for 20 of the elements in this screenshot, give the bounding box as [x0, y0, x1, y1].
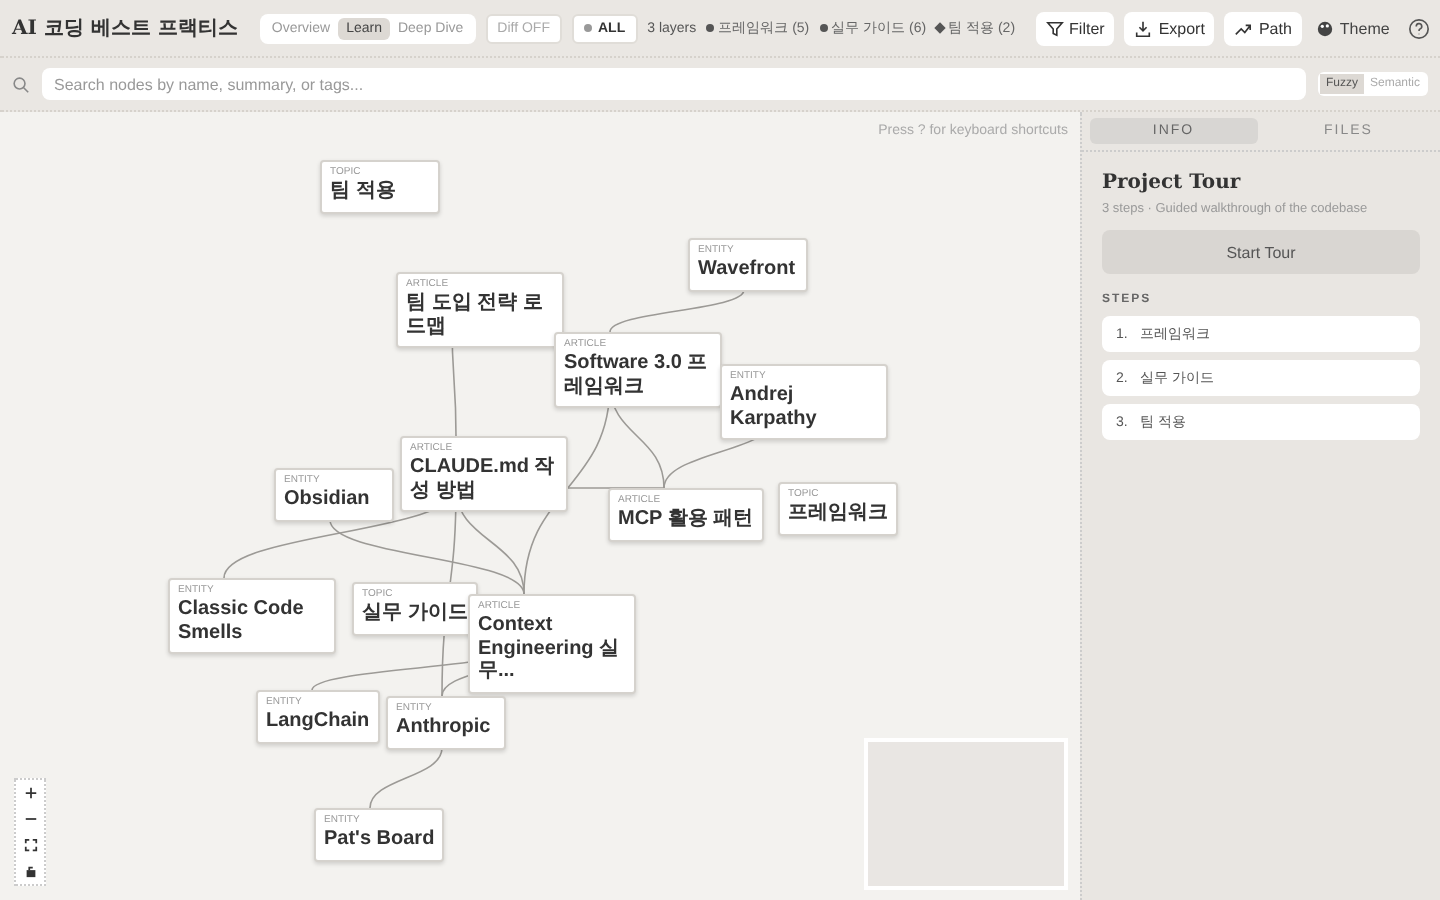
palette-icon	[1315, 19, 1334, 37]
toolbar-button[interactable]: Export	[1124, 11, 1215, 45]
minus-icon	[23, 812, 37, 826]
help-icon[interactable]	[1407, 17, 1430, 39]
filter-icon	[1045, 19, 1064, 37]
toolbar-button[interactable]: Filter	[1035, 11, 1115, 45]
search-icon	[12, 75, 30, 93]
plus-icon	[23, 786, 37, 800]
download-icon	[1134, 19, 1153, 37]
fit-view-icon	[23, 838, 37, 852]
app-title: AI 코딩 베스트 프랙티스	[12, 16, 238, 42]
graph-edge	[609, 289, 745, 333]
toolbar-button[interactable]: Path	[1224, 11, 1302, 45]
trend-arrow-icon	[1234, 19, 1253, 37]
tour-title: Project Tour	[1102, 172, 1243, 194]
theme-button[interactable]: Theme	[1311, 19, 1394, 37]
graph-edge	[369, 747, 443, 809]
search-field[interactable]: Search nodes by name, summary, or tags...	[42, 68, 1306, 100]
start-tour-button[interactable]: Start Tour	[1102, 230, 1420, 274]
lock-icon	[23, 864, 37, 878]
